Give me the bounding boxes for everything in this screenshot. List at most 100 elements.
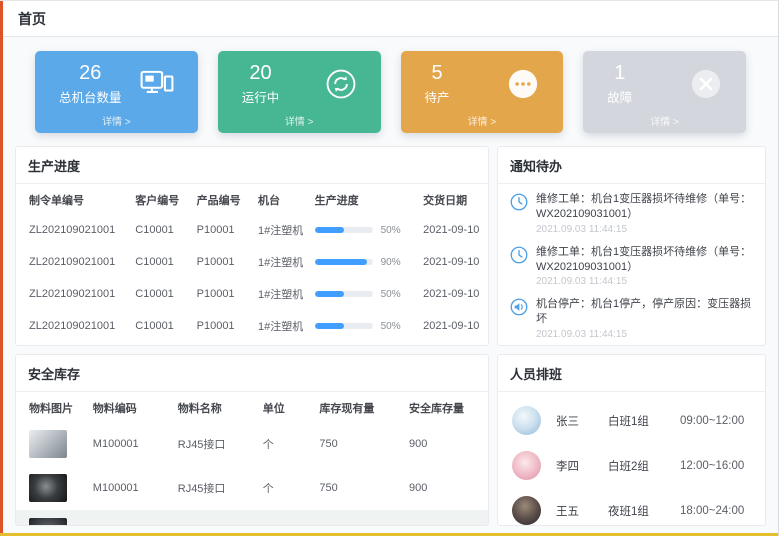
notification-text: 维修工单：机台1变压器损坏待维修（单号：WX202109031001） [536,245,753,275]
safety-stock-panel: 安全库存 物料图片 物料编码 物料名称 单位 库存现有量 安全库存量 [15,354,489,526]
product-number: P10001 [191,342,252,346]
fault-label: 故障 [607,87,632,106]
order-number: ZL202109021001 [16,214,129,246]
safety-qty: 900 [403,466,488,510]
stat-card-pending[interactable]: 5 待产 详情 > [401,51,564,133]
notification-time: 2021.09.03 11:44:15 [536,276,753,287]
material-unit: 个 [257,466,314,510]
progress-percent: 90% [381,257,401,268]
col-machine: 机台 [252,184,309,214]
production-row[interactable]: ZL202109021001 C10001 P10001 1#注塑机 50% [16,278,488,310]
notification-item[interactable]: 维修工单：机台1变压器损坏待维修（单号：WX202109031001） 2021… [510,187,753,240]
order-number: ZL202109021001 [16,310,129,342]
customer-number: C10001 [129,342,190,346]
inventory-row[interactable]: M100001 RJ45接口 个 750 900 [16,510,488,526]
card-body: 5 待产 [401,51,564,106]
window-accent-left [0,1,3,536]
material-unit: 个 [257,510,314,526]
notification-body: 维修工单：机台1变压器损坏待维修（单号：WX202109031001） 2021… [536,245,753,288]
dashboard-page: 首页 26 总机台数量 详情 > 20 [0,0,779,536]
production-table: 制令单编号 客户编号 产品编号 机台 生产进度 交货日期 ZL202109021 [16,184,488,346]
page-title: 首页 [18,9,46,29]
stat-card-fault[interactable]: 1 故障 详情 > [583,51,746,133]
order-number: ZL202109021001 [16,278,129,310]
inventory-row[interactable]: M100001 RJ45接口 个 750 900 [16,422,488,466]
material-name: RJ45接口 [172,466,257,510]
delivery-date: 2021-09-10 [417,342,488,346]
machine-name: 1#注塑机 [252,310,309,342]
staff-time: 09:00~12:00 [680,415,744,427]
col-stock-qty: 库存现有量 [313,392,403,422]
staff-shift: 白班2组 [608,458,680,474]
staff-schedule-panel-title: 人员排班 [498,355,765,392]
material-code: M100001 [87,466,172,510]
inventory-row[interactable]: M100001 RJ45接口 个 750 900 [16,466,488,510]
col-material-name: 物料名称 [172,392,257,422]
production-row[interactable]: ZL202109021001 C10001 P10001 1#注塑机 50% [16,342,488,346]
delivery-date: 2021-09-10 [417,278,488,310]
running-label: 运行中 [242,87,280,106]
card-text: 5 待产 [425,61,450,106]
material-code: M100001 [87,510,172,526]
col-material-code: 物料编码 [87,392,172,422]
material-code: M100001 [87,422,172,466]
staff-row: 张三 白班1组 09:00~12:00 [512,398,751,443]
machine-name: 1#注塑机 [252,342,309,346]
notification-item[interactable]: 机台停产：机台1停产，停产原因：变压器损坏 2021.09.03 11:44:1… [510,292,753,345]
notification-body: 维修工单：机台1变压器损坏待维修（单号：WX202109031001） 2021… [536,192,753,235]
progress-bar [315,259,373,265]
machine-name: 1#注塑机 [252,214,309,246]
col-unit: 单位 [257,392,314,422]
notification-time: 2021.09.03 11:44:15 [536,329,753,340]
col-material-image: 物料图片 [16,392,87,422]
production-row[interactable]: ZL202109021001 C10001 P10001 1#注塑机 50% [16,310,488,342]
notification-time: 2021.09.03 11:44:15 [536,224,753,235]
customer-number: C10001 [129,310,190,342]
safety-stock-table-body: M100001 RJ45接口 个 750 900 M100001 RJ45接口 … [16,422,488,526]
stat-card-running[interactable]: 20 运行中 详情 > [218,51,381,133]
notifications-panel: 通知待办 维修工单：机台1变压器损坏待维修（单号：WX202109031001）… [497,146,766,346]
round-connector-photo [29,474,67,502]
total-machines-label: 总机台数量 [59,87,122,106]
running-icon [325,68,357,100]
progress-bar [315,323,373,329]
clock-icon [510,193,528,211]
production-progress-panel: 生产进度 制令单编号 客户编号 产品编号 机台 生产进度 交货日期 [15,146,489,346]
col-delivery-date: 交货日期 [417,184,488,214]
card-body: 1 故障 [583,51,746,106]
col-product: 产品编号 [191,184,252,214]
total-machines-detail-link[interactable]: 详情 > [35,113,198,128]
notification-text: 机台停产：机台1停产，停产原因：变压器损坏 [536,297,753,327]
pending-icon [507,68,539,100]
stat-card-total-machines[interactable]: 26 总机台数量 详情 > [35,51,198,133]
notification-item[interactable]: 计划暂停：机台1生产计划已暂停 2021.09.03 11:44:15 [510,345,753,346]
staff-time: 12:00~16:00 [680,460,744,472]
col-progress: 生产进度 [309,184,418,214]
customer-number: C10001 [129,278,190,310]
pending-label: 待产 [425,87,450,106]
staff-name: 张三 [556,413,608,429]
panel-grid: 生产进度 制令单编号 客户编号 产品编号 机台 生产进度 交货日期 [15,146,766,526]
card-text: 26 总机台数量 [59,61,122,106]
speaker-icon [510,298,528,316]
staff-name: 李四 [556,458,608,474]
avatar [512,496,541,525]
production-row[interactable]: ZL202109021001 C10001 P10001 1#注塑机 50% [16,214,488,246]
notification-item[interactable]: 维修工单：机台1变压器损坏待维修（单号：WX202109031001） 2021… [510,240,753,293]
running-value: 20 [242,61,280,85]
pending-detail-link[interactable]: 详情 > [401,113,564,128]
running-detail-link[interactable]: 详情 > [218,113,381,128]
fault-detail-link[interactable]: 详情 > [583,113,746,128]
card-text: 20 运行中 [242,61,280,106]
progress-fill [315,259,367,265]
progress-percent: 50% [381,289,401,300]
staff-shift: 夜班1组 [608,503,680,519]
product-number: P10001 [191,246,252,278]
card-body: 26 总机台数量 [35,51,198,106]
delivery-date: 2021-09-10 [417,246,488,278]
product-number: P10001 [191,214,252,246]
progress-fill [315,227,344,233]
machine-name: 1#注塑机 [252,246,309,278]
production-row[interactable]: ZL202109021001 C10001 P10001 1#注塑机 90% [16,246,488,278]
customer-number: C10001 [129,214,190,246]
